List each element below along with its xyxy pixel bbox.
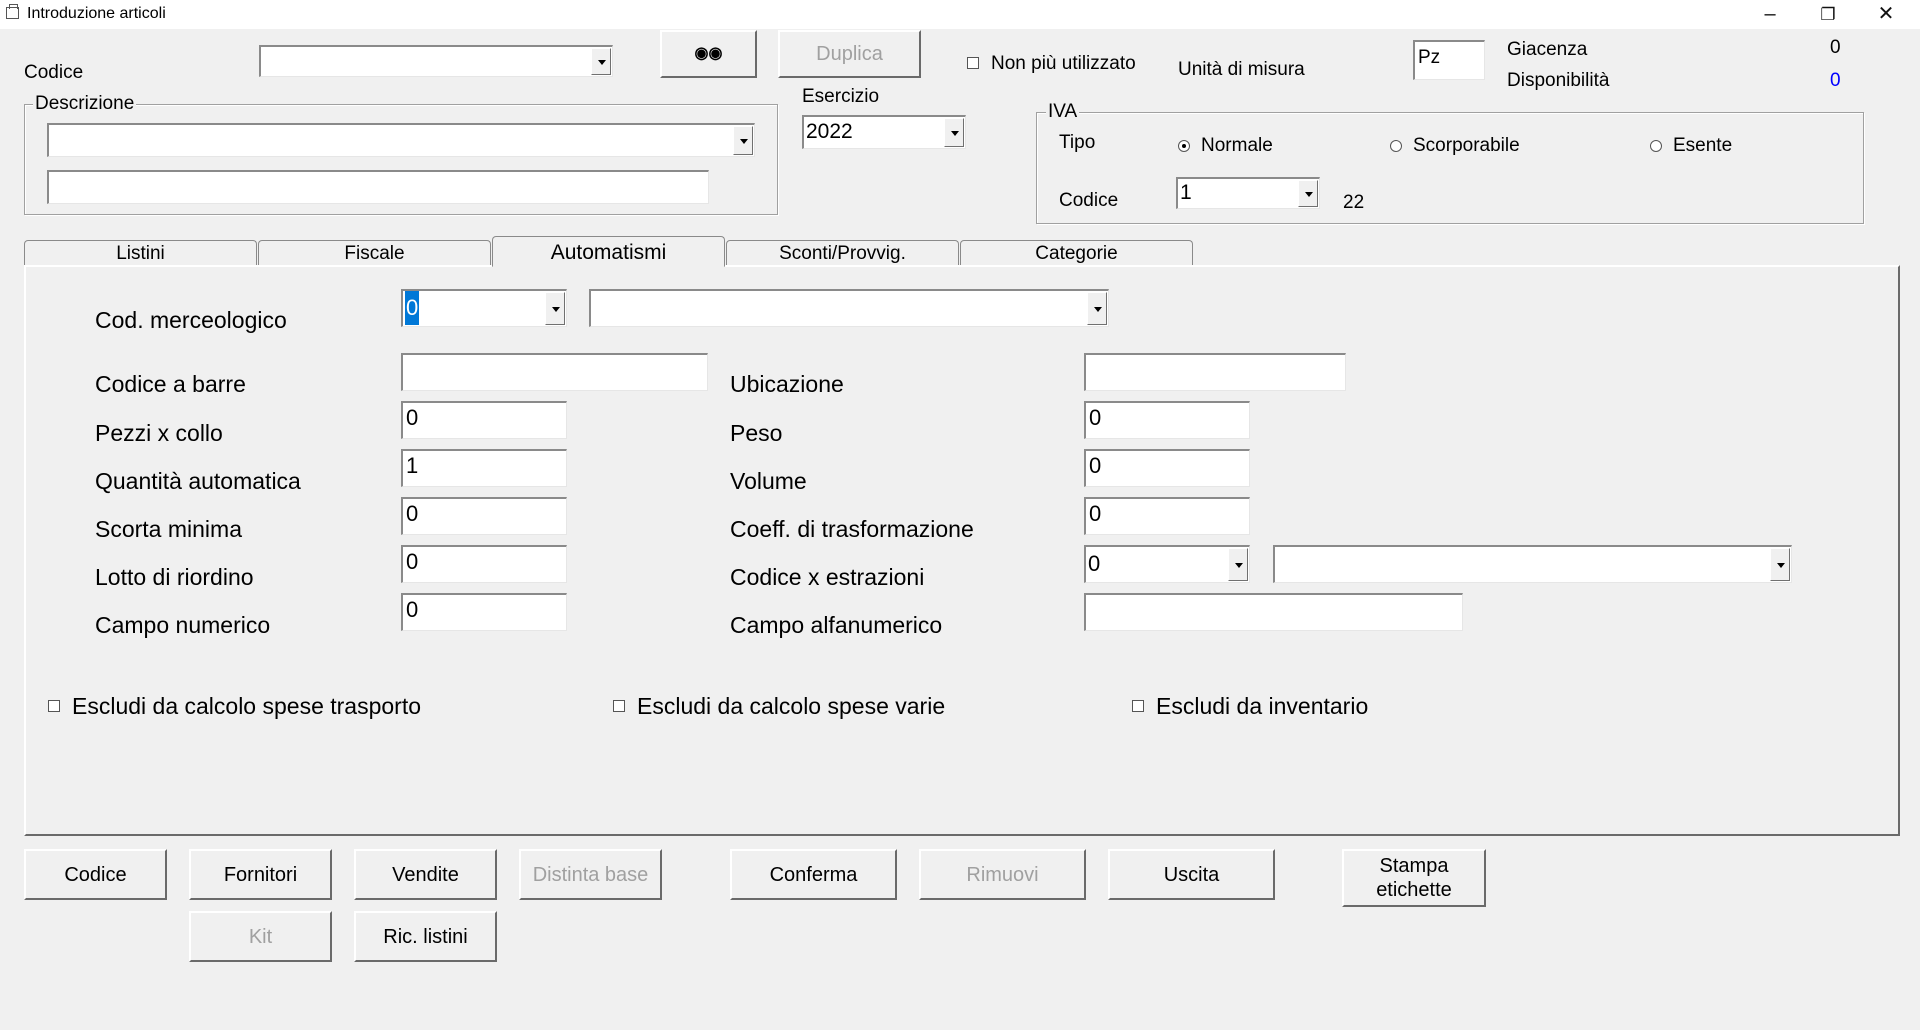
ric-listini-button[interactable]: Ric. listini <box>354 911 497 962</box>
app-icon <box>6 4 19 19</box>
codice-estrazioni-desc-combo[interactable] <box>1273 545 1792 583</box>
giacenza-value: 0 <box>1830 37 1841 58</box>
disponibilita-label: Disponibilità <box>1507 70 1610 91</box>
restore-icon[interactable]: ❐ <box>1800 0 1856 29</box>
lotto-riordino-label: Lotto di riordino <box>95 564 254 590</box>
chevron-down-icon[interactable] <box>1228 548 1248 581</box>
escludi-inventario-checkbox[interactable] <box>1132 700 1144 712</box>
rimuovi-button[interactable]: Rimuovi <box>919 849 1086 900</box>
codice-estrazioni-label: Codice x estrazioni <box>730 564 925 590</box>
campo-alfanumerico-input[interactable] <box>1084 593 1463 631</box>
giacenza-label: Giacenza <box>1507 39 1588 60</box>
stampa-etichette-label-1: Stampa <box>1379 855 1449 877</box>
ubicazione-input[interactable] <box>1084 353 1346 391</box>
peso-label: Peso <box>730 420 783 446</box>
kit-button[interactable]: Kit <box>189 911 332 962</box>
iva-label: IVA <box>1046 101 1080 123</box>
descrizione2-input[interactable] <box>47 170 709 204</box>
scorta-minima-input[interactable]: 0 <box>401 497 567 535</box>
cod-merceologico-combo[interactable]: 0 <box>401 289 567 327</box>
peso-input[interactable]: 0 <box>1084 401 1250 439</box>
duplica-button[interactable]: Duplica <box>778 30 921 78</box>
cod-merceologico-desc-combo[interactable] <box>589 289 1109 327</box>
tab-listini[interactable]: Listini <box>24 240 257 266</box>
chevron-down-icon[interactable] <box>1298 180 1318 207</box>
codice-combo[interactable] <box>259 45 613 77</box>
descrizione-label: Descrizione <box>33 93 137 115</box>
codice-label: Codice <box>24 62 84 83</box>
stampa-etichette-button[interactable]: Stampa etichette <box>1342 849 1486 907</box>
binoculars-icon: ◉◉ <box>694 45 723 62</box>
campo-numerico-input[interactable]: 0 <box>401 593 567 631</box>
escludi-varie-checkbox[interactable] <box>613 700 625 712</box>
search-button[interactable]: ◉◉ <box>660 30 757 78</box>
pezzi-collo-label: Pezzi x collo <box>95 420 223 446</box>
esercizio-combo[interactable]: 2022 <box>802 115 966 149</box>
codice-barre-input[interactable] <box>401 353 708 391</box>
iva-normale-radio[interactable] <box>1178 140 1190 152</box>
title-bar: Introduzione articoli – ❐ ✕ <box>0 0 1920 29</box>
escludi-varie-label: Escludi da calcolo spese varie <box>637 693 946 719</box>
descrizione-combo[interactable] <box>47 123 755 157</box>
iva-codice-label: Codice <box>1059 190 1119 211</box>
unita-misura-input[interactable]: Pz <box>1413 40 1485 80</box>
tab-automatismi[interactable]: Automatismi <box>492 236 725 267</box>
coeff-trasformazione-label: Coeff. di trasformazione <box>730 516 974 542</box>
vendite-button[interactable]: Vendite <box>354 849 497 900</box>
escludi-inventario-label: Escludi da inventario <box>1156 693 1369 719</box>
chevron-down-icon[interactable] <box>944 118 964 147</box>
window-title: Introduzione articoli <box>27 5 166 22</box>
stampa-etichette-label-2: etichette <box>1376 879 1452 901</box>
coeff-trasformazione-input[interactable]: 0 <box>1084 497 1250 535</box>
cod-merceologico-label: Cod. merceologico <box>95 307 287 333</box>
tab-sconti-provvig[interactable]: Sconti/Provvig. <box>726 240 959 266</box>
quantita-automatica-input[interactable]: 1 <box>401 449 567 487</box>
uscita-button[interactable]: Uscita <box>1108 849 1275 900</box>
codice-barre-label: Codice a barre <box>95 371 246 397</box>
scorta-minima-label: Scorta minima <box>95 516 242 542</box>
volume-input[interactable]: 0 <box>1084 449 1250 487</box>
codice-button[interactable]: Codice <box>24 849 167 900</box>
escludi-trasporto-label: Escludi da calcolo spese trasporto <box>72 693 422 719</box>
codice-estrazioni-value: 0 <box>1088 551 1101 576</box>
iva-scorporabile-label: Scorporabile <box>1413 135 1520 156</box>
iva-codice-combo[interactable]: 1 <box>1176 177 1320 209</box>
volume-label: Volume <box>730 468 807 494</box>
campo-alfanumerico-label: Campo alfanumerico <box>730 612 943 638</box>
iva-tipo-label: Tipo <box>1059 132 1096 153</box>
disponibilita-value: 0 <box>1830 70 1841 91</box>
iva-codice-value: 1 <box>1180 181 1192 204</box>
distinta-base-button[interactable]: Distinta base <box>519 849 662 900</box>
tab-categorie[interactable]: Categorie <box>960 240 1193 266</box>
esercizio-label: Esercizio <box>802 86 880 107</box>
cod-merceologico-value: 0 <box>405 291 420 325</box>
close-icon[interactable]: ✕ <box>1858 0 1914 29</box>
chevron-down-icon[interactable] <box>1087 292 1107 325</box>
iva-aliquota: 22 <box>1343 192 1365 213</box>
esercizio-value: 2022 <box>806 120 853 143</box>
iva-group <box>1036 112 1864 224</box>
conferma-button[interactable]: Conferma <box>730 849 897 900</box>
iva-scorporabile-radio[interactable] <box>1390 140 1402 152</box>
iva-esente-radio[interactable] <box>1650 140 1662 152</box>
campo-numerico-label: Campo numerico <box>95 612 271 638</box>
iva-esente-label: Esente <box>1673 135 1733 156</box>
ubicazione-label: Ubicazione <box>730 371 844 397</box>
chevron-down-icon[interactable] <box>591 48 611 75</box>
unita-misura-label: Unità di misura <box>1178 59 1305 80</box>
chevron-down-icon[interactable] <box>1770 548 1790 581</box>
chevron-down-icon[interactable] <box>733 126 753 155</box>
non-piu-utilizzato-checkbox[interactable] <box>967 57 979 69</box>
tab-fiscale[interactable]: Fiscale <box>258 240 491 266</box>
minimize-icon[interactable]: – <box>1742 0 1798 29</box>
quantita-automatica-label: Quantità automatica <box>95 468 301 494</box>
iva-normale-label: Normale <box>1201 135 1273 156</box>
chevron-down-icon[interactable] <box>545 292 565 325</box>
fornitori-button[interactable]: Fornitori <box>189 849 332 900</box>
codice-estrazioni-combo[interactable]: 0 <box>1084 545 1250 583</box>
pezzi-collo-input[interactable]: 0 <box>401 401 567 439</box>
non-piu-utilizzato-label: Non più utilizzato <box>991 53 1136 74</box>
escludi-trasporto-checkbox[interactable] <box>48 700 60 712</box>
lotto-riordino-input[interactable]: 0 <box>401 545 567 583</box>
